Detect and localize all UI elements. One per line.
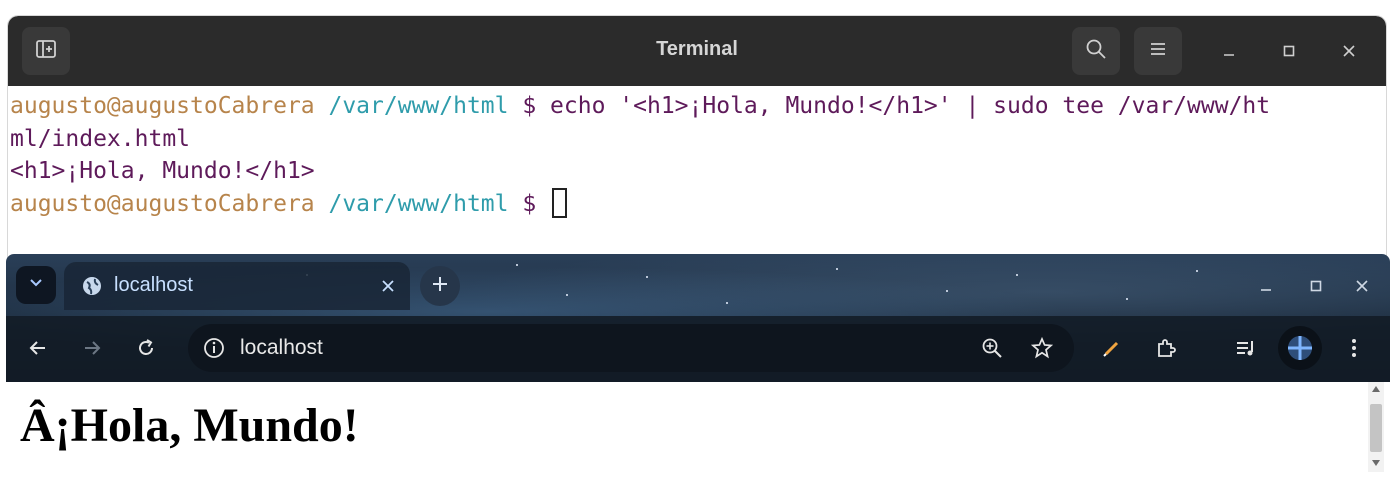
terminal-line: <h1>¡Hola, Mundo!</h1>: [10, 155, 1386, 188]
prompt-symbol: $: [508, 190, 551, 217]
close-icon: [1342, 43, 1356, 62]
minimize-icon: [1222, 43, 1236, 62]
prompt-user: augusto@augustoCabrera: [10, 93, 315, 119]
globe-icon: [80, 274, 104, 298]
search-button[interactable]: [1072, 27, 1120, 75]
new-tab-plus-icon: [431, 275, 449, 297]
command-text: $ echo '<h1>¡Hola, Mundo!</h1>' | sudo t…: [508, 93, 1271, 119]
pen-icon[interactable]: [1098, 334, 1126, 362]
prompt-path: /var/www/html: [314, 93, 509, 119]
prompt-path: /var/www/html: [314, 190, 509, 217]
star-dot: [566, 294, 568, 296]
tab-search-button[interactable]: [16, 266, 56, 304]
maximize-icon: [1282, 43, 1296, 62]
terminal-window: Terminal augusto@augustoCabrera /var/www…: [8, 16, 1386, 278]
zoom-icon[interactable]: [980, 336, 1004, 360]
browser-maximize-icon[interactable]: [1304, 274, 1328, 298]
page-heading: Â¡Hola, Mundo!: [20, 399, 359, 452]
terminal-output[interactable]: augusto@augustoCabrera /var/www/html $ e…: [10, 90, 1386, 220]
scroll-up-icon[interactable]: [1371, 384, 1381, 394]
terminal-line: augusto@augustoCabrera /var/www/html $: [10, 187, 1386, 221]
command-wrap: ml/index.html: [10, 125, 191, 152]
close-button[interactable]: [1336, 39, 1362, 65]
tab-localhost[interactable]: localhost: [64, 262, 410, 310]
search-icon: [1085, 38, 1107, 64]
tab-close-icon[interactable]: [378, 276, 398, 296]
menu-button[interactable]: [1134, 27, 1182, 75]
profile-icon[interactable]: [1278, 326, 1322, 370]
browser-window: localhost localhost Â¡Hola, Mundo!: [6, 254, 1390, 472]
command-output: <h1>¡Hola, Mundo!</h1>: [10, 158, 315, 184]
terminal-cursor: [552, 187, 568, 218]
star-dot: [1126, 298, 1128, 300]
reload-icon[interactable]: [132, 334, 160, 362]
address-bar[interactable]: localhost: [188, 324, 1074, 372]
scrollbar-thumb[interactable]: [1370, 404, 1382, 452]
star-dot: [516, 264, 518, 266]
star-dot: [1016, 274, 1018, 276]
address-text: localhost: [240, 336, 323, 359]
site-info-icon[interactable]: [202, 336, 226, 360]
browser-frame: localhost localhost: [6, 254, 1390, 382]
menu-icon: [1148, 40, 1168, 62]
minimize-button[interactable]: [1216, 39, 1242, 65]
bookmark-star-icon[interactable]: [1030, 336, 1054, 360]
tab-title: localhost: [114, 274, 193, 296]
star-dot: [946, 290, 948, 292]
browser-minimize-icon[interactable]: [1254, 274, 1278, 298]
media-icon[interactable]: [1232, 334, 1260, 362]
forward-icon[interactable]: [78, 334, 106, 362]
terminal-line: ml/index.html: [10, 123, 1386, 156]
extensions-icon[interactable]: [1152, 334, 1180, 362]
new-tab-plus-button[interactable]: [420, 266, 460, 306]
scroll-down-icon[interactable]: [1371, 458, 1381, 468]
terminal-line: augusto@augustoCabrera /var/www/html $ e…: [10, 90, 1386, 123]
page-content: Â¡Hola, Mundo!: [6, 382, 1390, 472]
more-icon[interactable]: [1340, 334, 1368, 362]
browser-close-icon[interactable]: [1350, 274, 1374, 298]
star-dot: [646, 276, 648, 278]
prompt-user: augusto@augustoCabrera: [10, 190, 315, 217]
browser-toolbar: localhost: [6, 316, 1390, 382]
star-dot: [836, 268, 838, 270]
scrollbar[interactable]: [1368, 382, 1384, 472]
back-icon[interactable]: [24, 334, 52, 362]
terminal-header-bar: Terminal: [8, 16, 1386, 86]
tab-search-icon: [28, 275, 44, 295]
star-dot: [726, 302, 728, 304]
maximize-button[interactable]: [1276, 39, 1302, 65]
star-dot: [1196, 270, 1198, 272]
